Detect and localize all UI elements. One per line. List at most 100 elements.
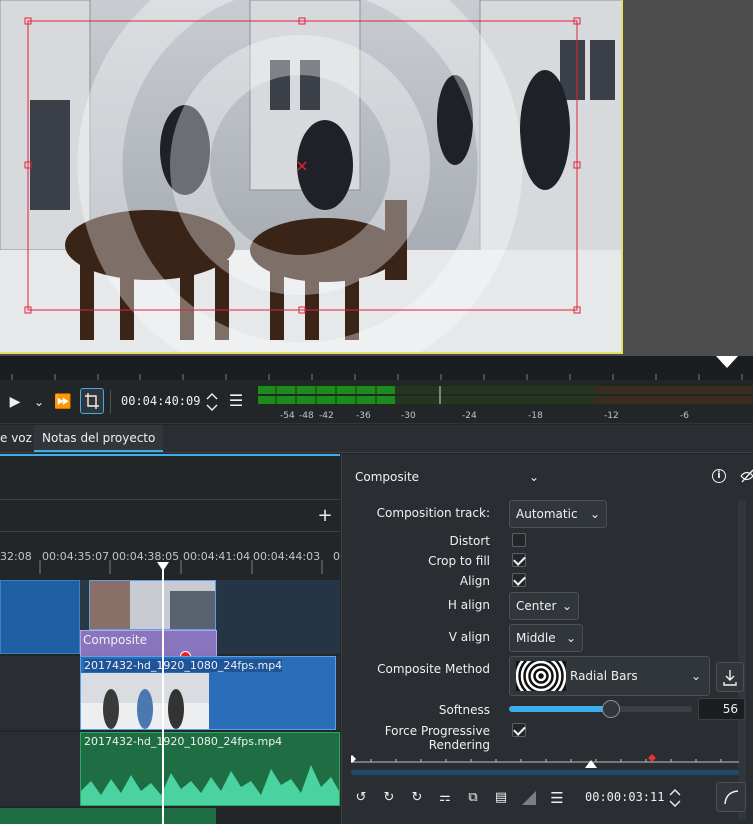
add-keyframe-icon[interactable]: ↻ [380,788,398,808]
monitor-ruler[interactable] [0,356,753,380]
meter-label: -6 [680,411,689,421]
meter-label: -18 [528,411,543,421]
curve-editor-button[interactable] [716,782,746,812]
monitor-controls: ▶ ⌄ ⏩ 00:04:40:09 ☰ -54 -48 -42 -36 -30 … [0,380,753,424]
keyframe-timecode[interactable]: 00:00:03:11 [585,790,664,804]
stamp-icon[interactable]: ⚎ [436,788,454,808]
crop-toggle-button[interactable] [80,388,104,414]
playhead-handle-icon[interactable] [157,562,169,572]
softness-slider[interactable] [509,700,692,718]
audio-clip[interactable]: 2017432-hd_1920_1080_24fps.mp4 [80,732,340,806]
meter-label: -36 [356,411,371,421]
chevron-down-icon[interactable]: ⌄ [30,392,48,412]
video-clip[interactable] [0,580,80,654]
video-track-2: 2017432-hd_1920_1080_24fps.mp4 [0,656,340,730]
video-clip-selected[interactable] [89,580,216,630]
eye-off-icon[interactable] [739,468,753,484]
clip-monitor [0,0,753,356]
softness-value-field[interactable]: 56 [698,698,745,720]
valign-label: V align [448,630,490,644]
effect-panel: Composite ⌄ i Composition track: Automat… [341,454,753,824]
softness-slider-fill [509,706,612,712]
meter-label: -48 [299,411,314,421]
effect-title: Composite [355,470,420,484]
timeline-toolbar: + [0,502,340,532]
timecode-spinner[interactable] [205,390,219,414]
softness-slider-handle[interactable] [602,700,621,718]
composition-track-select[interactable]: Automatic ⌄ [509,500,607,528]
crop-icon [85,393,99,409]
valign-select[interactable]: Middle ⌄ [509,624,583,652]
distort-checkbox[interactable] [512,533,526,547]
meter-label: -42 [319,411,334,421]
scrollbar[interactable] [738,500,746,820]
audio-clip-lower[interactable] [0,808,216,824]
align-checkbox[interactable] [512,573,526,587]
prev-keyframe-icon[interactable]: ↺ [352,788,370,808]
composite-label: Composite [83,633,148,647]
add-track-icon[interactable]: + [316,506,334,526]
download-method-button[interactable] [716,662,744,692]
chevron-down-icon: ⌄ [589,507,600,521]
halign-select[interactable]: Center ⌄ [509,592,579,620]
halign-value: Center [516,599,557,613]
chevron-down-icon: ⌄ [561,599,572,613]
curve-icon [724,790,739,805]
clip-name: 2017432-hd_1920_1080_24fps.mp4 [84,735,283,748]
curve-type-icon[interactable] [522,791,536,805]
track-empty-area [217,580,340,654]
info-icon[interactable]: i [712,469,726,483]
composition-track-label: Composition track: [376,506,490,520]
meter-label: -54 [280,411,295,421]
keyframe-ruler-ticks [348,754,739,768]
keyframe-ruler[interactable] [348,754,739,768]
video-clip[interactable]: 2017432-hd_1920_1080_24fps.mp4 [80,656,336,730]
timeline: + 32:08 00:04:35:07 00:04:38:05 00:04:41… [0,454,340,824]
timeline-ruler[interactable]: 32:08 00:04:35:07 00:04:38:05 00:04:41:0… [0,548,340,574]
paste-icon[interactable]: ▤ [492,788,510,808]
distort-label: Distort [449,534,490,548]
play-icon[interactable]: ▶ [6,392,24,412]
clip-thumbnail [81,673,209,729]
timecode-display[interactable]: 00:04:40:09 [121,394,200,408]
timeline-header [0,454,340,500]
menu-icon[interactable]: ☰ [548,788,566,808]
composite-method-select[interactable]: Radial Bars ⌄ [509,656,710,696]
composition-track-value: Automatic [516,507,578,521]
halign-label: H align [447,598,490,612]
dock-tabs: e voz Notas del proyecto [0,425,753,453]
download-icon [723,670,737,686]
tab-voiceover[interactable]: e voz [0,425,38,452]
meter-label: -24 [462,411,477,421]
tab-project-notes[interactable]: Notas del proyecto [34,425,164,452]
clip-name: 2017432-hd_1920_1080_24fps.mp4 [84,659,283,672]
timeline-playhead[interactable] [162,566,164,824]
copy-icon[interactable]: ⧉ [464,788,482,808]
crop-label: Crop to fill [428,554,490,568]
meter-label: -12 [604,411,619,421]
meter-label: -30 [401,411,416,421]
chevron-down-icon: ⌄ [690,669,701,683]
progressive-checkbox[interactable] [512,723,526,737]
crop-checkbox[interactable] [512,553,526,567]
audio-meter-bars [258,386,753,404]
audio-meter: -54 -48 -42 -36 -30 -24 -18 -12 -6 [256,384,753,421]
audio-track: 2017432-hd_1920_1080_24fps.mp4 [0,732,340,806]
video-preview[interactable] [0,0,623,354]
chevron-down-icon[interactable]: ⌄ [526,467,542,487]
fast-forward-icon[interactable]: ⏩ [52,392,74,412]
spinner-arrows-icon [206,393,218,411]
next-keyframe-icon[interactable]: ↻ [408,788,426,808]
align-label: Align [459,574,490,588]
spinner-arrows-icon[interactable] [668,786,682,810]
softness-label: Softness [438,703,490,717]
chevron-down-icon: ⌄ [565,631,576,645]
menu-icon[interactable]: ☰ [226,391,246,411]
ruler-ticks [39,560,323,574]
monitor-playhead[interactable] [716,356,738,368]
valign-value: Middle [516,631,556,645]
ruler-ticks [11,356,743,380]
progressive-label: Force Progressive Rendering [384,724,490,752]
keyframe-track-bar[interactable] [351,770,739,775]
clip-thumbnail [90,581,215,629]
